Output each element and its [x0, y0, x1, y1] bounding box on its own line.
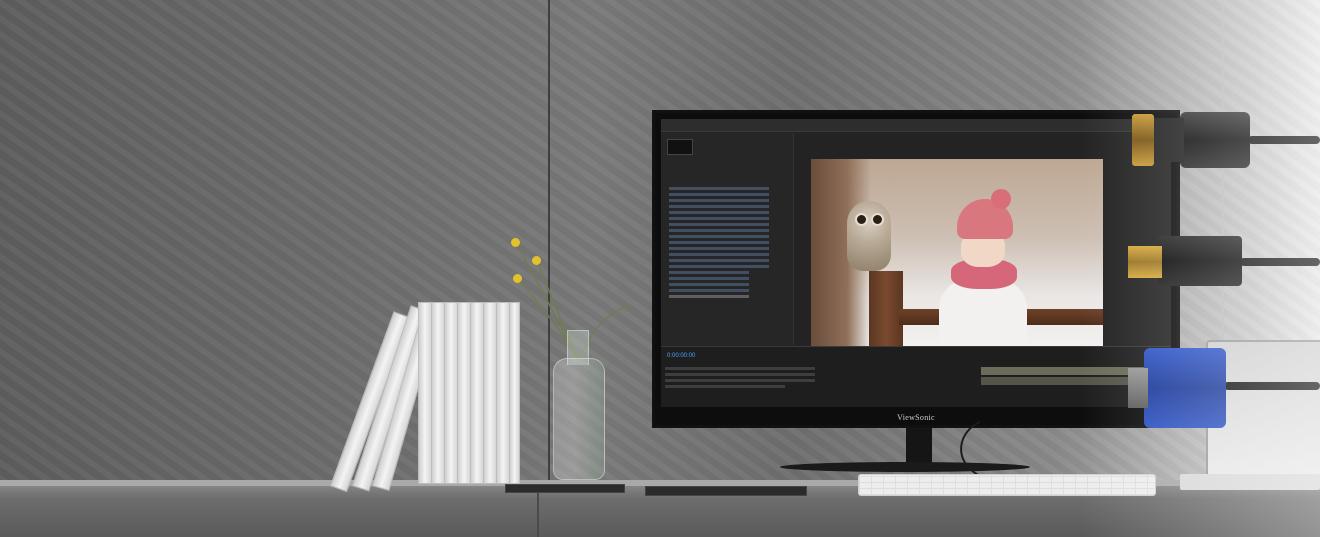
vga-cable — [1224, 382, 1320, 390]
monitor-cable — [960, 421, 981, 477]
vga-plug — [1128, 368, 1148, 408]
project-item — [669, 253, 769, 256]
book — [444, 302, 458, 484]
project-item — [669, 229, 769, 232]
timeline-layer — [665, 367, 815, 370]
timeline-panel: 0:00:00:00 — [661, 346, 1171, 407]
hdmi-gold-ring — [1132, 114, 1154, 166]
project-item — [669, 199, 769, 202]
flower — [513, 274, 522, 283]
project-item — [669, 223, 769, 226]
hdmi-connector-body — [1180, 112, 1250, 168]
flower — [532, 256, 541, 265]
app-toolbar — [661, 119, 1171, 132]
project-item — [669, 259, 769, 262]
timecode: 0:00:00:00 — [667, 353, 696, 359]
book — [431, 302, 445, 484]
girl-coat — [939, 279, 1027, 354]
timeline-layer — [665, 385, 785, 388]
project-item — [669, 289, 749, 292]
project-item — [669, 265, 769, 268]
coaster — [645, 486, 807, 496]
fence-post — [869, 271, 903, 354]
book — [457, 302, 471, 484]
flower — [511, 238, 520, 247]
monitor: 0:00:00:00 ViewSonic — [652, 110, 1180, 428]
keyboard — [858, 474, 1156, 496]
displayport-connector-body — [1158, 236, 1242, 286]
monitor-screen: 0:00:00:00 — [661, 119, 1171, 407]
owl-eye — [871, 213, 884, 226]
book — [418, 302, 432, 484]
hdmi-plug — [1150, 118, 1184, 162]
project-item — [669, 217, 769, 220]
project-thumbnail — [667, 139, 693, 155]
project-item — [669, 241, 769, 244]
book — [483, 302, 497, 484]
project-item — [669, 271, 749, 274]
coaster — [505, 484, 625, 493]
project-item — [669, 295, 749, 298]
displayport-plug — [1128, 246, 1162, 278]
project-item — [669, 247, 769, 250]
project-item — [669, 205, 769, 208]
owl-eye — [855, 213, 868, 226]
vga-connector-body — [1144, 348, 1226, 428]
hdmi-cable — [1248, 136, 1320, 144]
project-panel — [661, 133, 794, 345]
book — [470, 302, 484, 484]
shelf-seam — [537, 486, 539, 537]
glass-vase — [553, 358, 605, 480]
project-item — [669, 283, 749, 286]
project-item — [669, 211, 769, 214]
monitor-brand-logo: ViewSonic — [897, 413, 935, 422]
composition-viewer — [811, 159, 1103, 354]
timeline-layer — [665, 379, 815, 382]
displayport-cable — [1240, 258, 1320, 266]
timeline-layer — [665, 373, 815, 376]
project-item — [669, 235, 769, 238]
laptop-base — [1180, 474, 1320, 490]
project-item — [669, 277, 749, 280]
monitor-stand-neck — [906, 427, 932, 467]
owl — [847, 201, 891, 271]
project-item — [669, 187, 769, 190]
project-item — [669, 193, 769, 196]
girl-hat-pompom — [991, 189, 1011, 209]
